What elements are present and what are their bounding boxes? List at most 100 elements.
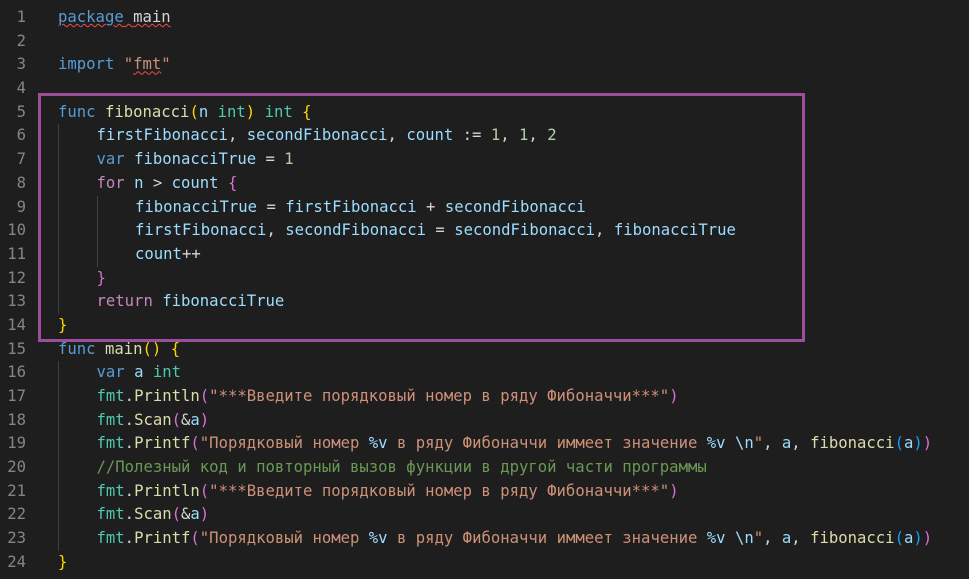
code-line[interactable]: 24}: [0, 551, 969, 575]
code-line[interactable]: 3 import "fmt": [0, 53, 969, 77]
code-line[interactable]: 13 return fibonacciTrue: [0, 290, 969, 314]
code-token: {: [170, 339, 181, 358]
indent-guide: [58, 361, 59, 385]
code-line[interactable]: 5 func fibonacci(n int) int {: [0, 101, 969, 125]
line-number: 7: [16, 150, 26, 169]
line-number: 9: [16, 197, 26, 216]
code-line[interactable]: 20 //Полезный код и повторный вызов функц…: [0, 456, 969, 480]
code-token: Println: [134, 481, 200, 500]
code-token: ,: [227, 126, 247, 145]
code-token: n: [198, 102, 209, 121]
code-token: ): [199, 505, 210, 524]
code-line[interactable]: 19 fmt.Printf("Порядковый номер %v в ряду…: [0, 432, 969, 457]
code-token: =: [257, 197, 286, 216]
code-editor[interactable]: 1 package main 2 3 import "fmt" 4 5 func fibona…: [0, 0, 969, 579]
code-token: (: [199, 481, 210, 500]
code-token: в ряду Фибоначчи иммеет значение: [387, 529, 707, 548]
code-token: a: [190, 505, 200, 524]
code-token: fibonacciTrue: [135, 197, 258, 216]
code-line[interactable]: 21 fmt.Println("***Введите порядковый ном…: [0, 479, 969, 504]
indent-guide: [58, 242, 59, 267]
indent-guide: [58, 456, 59, 480]
code-token: package: [58, 8, 124, 26]
line-number: 11: [7, 244, 26, 263]
code-text: func fibonacci(n int) int {: [58, 101, 312, 125]
line-number: 24: [7, 552, 26, 571]
code-token: Printf: [134, 529, 191, 548]
code-token: 2: [547, 126, 557, 145]
code-token: fmt: [96, 434, 125, 453]
code-token: >: [143, 173, 172, 192]
code-token: ): [199, 410, 210, 429]
code-line[interactable]: 8 for n > count {: [0, 171, 969, 196]
indent-guide: [58, 195, 59, 220]
code-token: "***Введите порядковый номер в ряду Фибо…: [209, 481, 670, 500]
code-token: ): [913, 529, 923, 548]
code-token: count: [135, 244, 182, 263]
code-line[interactable]: 10 firstFibonacci, secondFibonacci = seco…: [0, 219, 969, 243]
line-number: 14: [7, 315, 26, 334]
code-line[interactable]: 1 package main: [0, 6, 969, 30]
code-line[interactable]: 2: [0, 30, 969, 54]
code-token: \n: [734, 434, 754, 453]
code-line[interactable]: 16 var a int: [0, 361, 969, 385]
code-line[interactable]: 18 fmt.Scan(&a): [0, 408, 969, 433]
code-token: fibonacciTrue: [134, 150, 257, 169]
code-token: //Полезный код и повторный вызов функции…: [96, 458, 707, 477]
code-token: func: [58, 339, 96, 358]
code-token: .: [124, 481, 135, 500]
code-token: int: [217, 102, 246, 121]
code-token: .: [124, 529, 135, 548]
code-line[interactable]: 14}: [0, 314, 969, 338]
code-token: secondFibonacci: [454, 221, 596, 240]
code-token: ,: [500, 126, 520, 145]
code-line[interactable]: 9 fibonacciTrue = firstFibonacci + second…: [0, 195, 969, 220]
code-token: Scan: [134, 410, 172, 429]
code-line[interactable]: 4: [0, 77, 969, 101]
code-token: var: [96, 150, 125, 169]
code-line[interactable]: 23 fmt.Printf("Порядковый номер %v в ряду…: [0, 527, 969, 551]
code-token: =: [256, 150, 285, 169]
code-token: (: [894, 529, 904, 548]
code-line[interactable]: 7 var fibonacciTrue = 1: [0, 148, 969, 172]
code-line[interactable]: 12}: [0, 266, 969, 291]
code-text: count++: [135, 243, 201, 267]
code-token: :=: [453, 126, 491, 145]
indent-guide: [58, 171, 59, 196]
code-token: ,: [528, 126, 548, 145]
code-line[interactable]: 22 fmt.Scan(&a): [0, 503, 969, 528]
code-text: }: [58, 551, 67, 575]
code-token: main: [104, 339, 143, 358]
code-token: a: [903, 434, 914, 453]
code-line[interactable]: 15 func main() {: [0, 338, 969, 362]
code-token: var: [96, 363, 125, 382]
code-token: ,: [266, 221, 286, 240]
code-token: ++: [181, 244, 201, 263]
code-token: }: [96, 268, 106, 287]
line-number: 21: [7, 481, 26, 500]
code-line[interactable]: 6 firstFibonacci, secondFibonacci, count …: [0, 124, 969, 149]
line-number: 16: [7, 363, 26, 382]
code-token: (: [189, 102, 199, 121]
code-line[interactable]: 17 fmt.Println("***Введите порядковый ном…: [0, 385, 969, 409]
indent-guide: [58, 503, 59, 528]
code-token: a: [781, 529, 792, 548]
code-token: (: [894, 434, 904, 453]
code-token: secondFibonacci: [444, 197, 586, 216]
code-token: for: [96, 173, 125, 192]
code-token: ,: [763, 434, 782, 453]
code-token: (: [199, 387, 210, 405]
code-token: ): [913, 434, 923, 453]
line-number: 20: [7, 458, 26, 477]
code-token: a: [781, 434, 792, 453]
code-line[interactable]: 11 count++: [0, 242, 969, 267]
